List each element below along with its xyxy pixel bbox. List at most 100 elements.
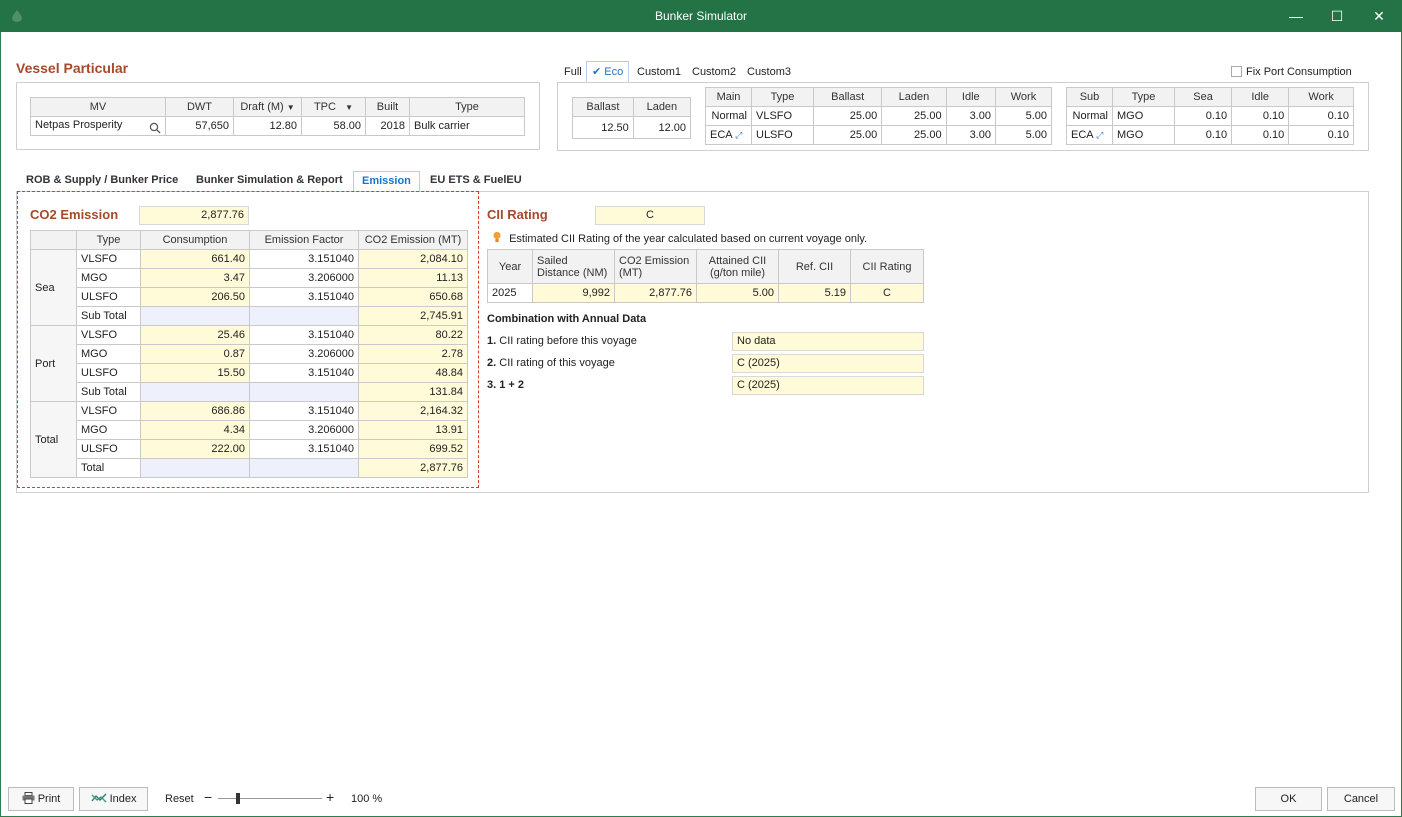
col-sub: Sub bbox=[1066, 87, 1113, 107]
main-fuel[interactable]: VLSFO bbox=[751, 106, 814, 126]
cii-note: Estimated CII Rating of the year calcula… bbox=[492, 231, 867, 245]
combo-heading: Combination with Annual Data bbox=[487, 313, 647, 325]
minimize-button[interactable]: — bbox=[1274, 0, 1318, 32]
co2-consumption: 15.50 bbox=[140, 363, 250, 383]
cii-co2: 2,877.76 bbox=[614, 283, 697, 303]
search-icon[interactable] bbox=[149, 122, 161, 134]
col-laden: Laden bbox=[632, 97, 692, 117]
mode-custom2[interactable]: Custom2 bbox=[692, 66, 736, 78]
sub-sea[interactable]: 0.10 bbox=[1173, 106, 1233, 126]
fix-port-checkbox[interactable]: Fix Port Consumption bbox=[1231, 66, 1352, 78]
tab-bunker-simulation[interactable]: Bunker Simulation & Report bbox=[196, 174, 343, 192]
cii-heading: CII Rating bbox=[487, 207, 548, 222]
tpc-value[interactable]: 58.00 bbox=[301, 116, 366, 136]
index-button[interactable]: Index bbox=[79, 787, 148, 811]
co2-consumption: 206.50 bbox=[140, 287, 250, 307]
sub-row-normal: Normal MGO 0.10 0.10 0.10 bbox=[1066, 106, 1354, 126]
print-button[interactable]: Print bbox=[8, 787, 74, 811]
sub-idle[interactable]: 0.10 bbox=[1231, 106, 1290, 126]
draft-dropdown-icon[interactable]: ▼ bbox=[287, 103, 295, 112]
col-ballast: Ballast bbox=[572, 97, 634, 117]
cancel-button[interactable]: Cancel bbox=[1327, 787, 1395, 811]
mode-full[interactable]: Full bbox=[564, 66, 582, 78]
co2-fuel-type: VLSFO bbox=[76, 401, 141, 421]
zoom-slider-thumb[interactable] bbox=[235, 793, 240, 804]
draft-value[interactable]: 12.80 bbox=[233, 116, 302, 136]
tpc-dropdown-icon[interactable]: ▼ bbox=[345, 103, 353, 112]
co2-consumption: 686.86 bbox=[140, 401, 250, 421]
title-bar: Bunker Simulator — ☐ ✕ bbox=[0, 0, 1402, 32]
ok-button[interactable]: OK bbox=[1255, 787, 1322, 811]
col-tpc[interactable]: TPC ▼ bbox=[301, 97, 366, 117]
sub-idle[interactable]: 0.10 bbox=[1231, 125, 1290, 145]
co2-group-label: Port bbox=[30, 325, 77, 402]
co2-emission-factor: 3.151040 bbox=[249, 287, 359, 307]
dwt-value[interactable]: 57,650 bbox=[165, 116, 234, 136]
co2-emission-factor: 3.206000 bbox=[249, 344, 359, 364]
close-button[interactable]: ✕ bbox=[1357, 0, 1401, 32]
co2-emission-factor: 3.151040 bbox=[249, 439, 359, 459]
co2-emission-factor: 3.151040 bbox=[249, 249, 359, 269]
col-main-ballast: Ballast bbox=[812, 87, 883, 107]
main-idle[interactable]: 3.00 bbox=[945, 125, 996, 145]
expand-icon[interactable]: ⤢ bbox=[735, 130, 742, 140]
main-laden[interactable]: 25.00 bbox=[881, 106, 947, 126]
col-draft[interactable]: Draft (M) ▼ bbox=[233, 97, 302, 117]
sub-sea[interactable]: 0.10 bbox=[1173, 125, 1233, 145]
cii-ref: 5.19 bbox=[778, 283, 851, 303]
cii-row: 2025 9,992 2,877.76 5.00 5.19 C bbox=[487, 283, 924, 303]
main-ballast[interactable]: 25.00 bbox=[812, 125, 883, 145]
cii-distance: 9,992 bbox=[532, 283, 615, 303]
co2-emission-factor: 3.206000 bbox=[249, 420, 359, 440]
co2-emission-factor: 3.151040 bbox=[249, 401, 359, 421]
mv-cell[interactable]: Netpas Prosperity bbox=[30, 116, 166, 136]
co2-fuel-type: VLSFO bbox=[76, 325, 141, 345]
tab-emission[interactable]: Emission bbox=[353, 171, 420, 192]
main-ballast[interactable]: 25.00 bbox=[812, 106, 883, 126]
co2-emission-factor: 3.151040 bbox=[249, 325, 359, 345]
co2-row: Port VLSFO 25.46 3.151040 80.22 bbox=[30, 325, 468, 402]
main-work[interactable]: 5.00 bbox=[994, 106, 1053, 126]
main-work[interactable]: 5.00 bbox=[994, 125, 1053, 145]
sub-fuel[interactable]: MGO bbox=[1112, 125, 1175, 145]
co2-consumption: 222.00 bbox=[140, 439, 250, 459]
mode-custom1[interactable]: Custom1 bbox=[637, 66, 681, 78]
col-sub-idle: Idle bbox=[1231, 87, 1290, 107]
sub-fuel[interactable]: MGO bbox=[1112, 106, 1175, 126]
co2-total-field: 2,877.76 bbox=[139, 206, 249, 225]
laden-speed[interactable]: 12.00 bbox=[632, 116, 692, 139]
co2-row: Sea VLSFO 661.40 3.151040 2,084.10 bbox=[30, 249, 468, 326]
tab-rob-supply[interactable]: ROB & Supply / Bunker Price bbox=[26, 174, 178, 192]
main-fuel[interactable]: ULSFO bbox=[751, 125, 814, 145]
expand-icon[interactable]: ⤢ bbox=[1096, 130, 1103, 140]
mode-eco[interactable]: ✔ Eco bbox=[586, 61, 630, 83]
co2-row: MGO 4.34 3.206000 13.91 bbox=[31, 420, 468, 440]
sub-work[interactable]: 0.10 bbox=[1288, 106, 1354, 126]
ballast-speed[interactable]: 12.50 bbox=[572, 116, 634, 139]
co2-emission: 2,084.10 bbox=[358, 249, 468, 269]
zoom-out-button[interactable]: − bbox=[204, 789, 212, 805]
zoom-in-button[interactable]: + bbox=[326, 789, 334, 805]
mv-name[interactable]: Netpas Prosperity bbox=[35, 119, 122, 131]
co2-subtotal-value: 2,745.91 bbox=[358, 306, 468, 326]
co2-subtotal-label: Sub Total bbox=[76, 382, 141, 402]
checkbox-icon[interactable] bbox=[1231, 66, 1242, 77]
reset-button[interactable]: Reset bbox=[165, 793, 194, 805]
tab-eu-ets[interactable]: EU ETS & FuelEU bbox=[430, 174, 522, 192]
main-idle[interactable]: 3.00 bbox=[945, 106, 996, 126]
col-main: Main bbox=[705, 87, 752, 107]
co2-subtotal-row: Sub Total 131.84 bbox=[30, 382, 468, 402]
main-laden[interactable]: 25.00 bbox=[881, 125, 947, 145]
main-mode: Normal bbox=[705, 106, 752, 126]
co2-fuel-type: ULSFO bbox=[76, 287, 141, 307]
combo-label-1: 1. CII rating before this voyage bbox=[487, 335, 637, 347]
mode-custom3[interactable]: Custom3 bbox=[747, 66, 791, 78]
col-co2-emission: CO2 Emission (MT) bbox=[358, 230, 468, 250]
combo-value-1: No data bbox=[732, 332, 924, 351]
co2-row: MGO 3.47 3.206000 11.13 bbox=[31, 268, 468, 288]
combo-value-2: C (2025) bbox=[732, 354, 924, 373]
zoom-slider-track[interactable] bbox=[218, 798, 322, 799]
co2-consumption: 0.87 bbox=[140, 344, 250, 364]
maximize-button[interactable]: ☐ bbox=[1315, 0, 1359, 32]
sub-work[interactable]: 0.10 bbox=[1288, 125, 1354, 145]
